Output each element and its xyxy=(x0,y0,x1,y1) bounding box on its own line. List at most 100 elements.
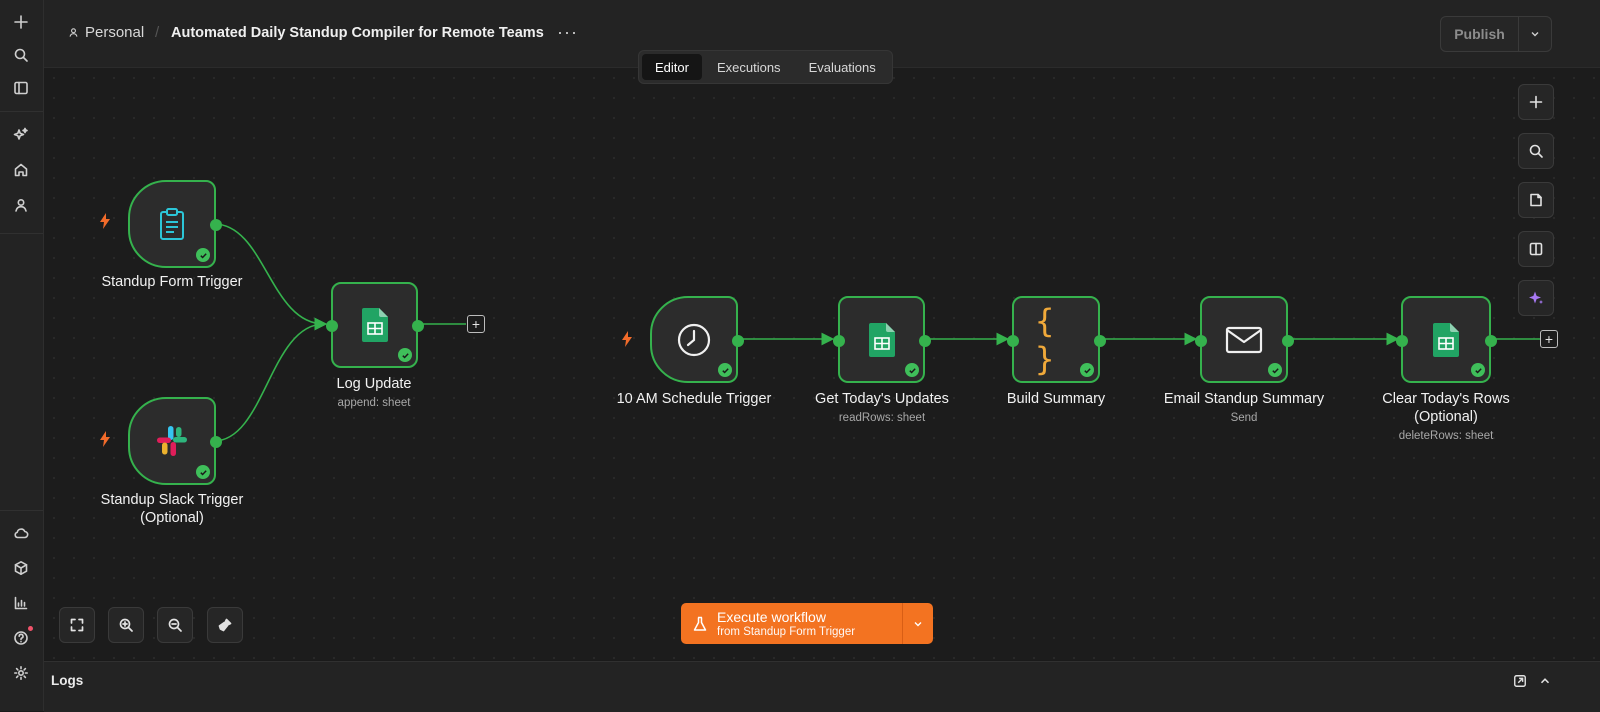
trigger-bolt-icon xyxy=(98,212,112,235)
workflow-title[interactable]: Automated Daily Standup Compiler for Rem… xyxy=(171,25,544,41)
node-label: Standup Form Trigger xyxy=(101,274,243,290)
output-handle[interactable] xyxy=(210,219,222,231)
zoom-in-button[interactable] xyxy=(108,607,144,643)
execute-workflow-dropdown[interactable] xyxy=(903,603,933,644)
trigger-bolt-icon xyxy=(98,430,112,453)
envelope-icon xyxy=(1225,326,1263,354)
input-handle[interactable] xyxy=(1007,335,1019,347)
success-check-icon xyxy=(398,348,412,362)
publish-dropdown-button[interactable] xyxy=(1519,17,1551,51)
slack-icon xyxy=(154,423,190,459)
tidy-up-icon xyxy=(218,618,232,632)
input-handle[interactable] xyxy=(833,335,845,347)
tab-editor[interactable]: Editor xyxy=(642,54,702,80)
breadcrumb-separator: / xyxy=(155,24,160,41)
output-handle[interactable] xyxy=(732,335,744,347)
input-handle[interactable] xyxy=(1195,335,1207,347)
add-node-button[interactable]: + xyxy=(467,315,485,333)
node-label-line: Standup Slack Trigger xyxy=(100,492,244,508)
zoom-out-icon xyxy=(168,618,182,632)
sidebar-icon[interactable] xyxy=(8,75,34,101)
code-braces-icon: { } xyxy=(1035,301,1057,378)
node-label-line: Clear Today's Rows xyxy=(1382,391,1510,407)
chevron-down-icon xyxy=(1531,32,1539,37)
help-icon[interactable] xyxy=(8,625,34,651)
zoom-out-button[interactable] xyxy=(157,607,193,643)
clock-icon xyxy=(676,322,712,358)
chart-icon[interactable] xyxy=(8,590,34,616)
add-node-button[interactable]: + xyxy=(1540,330,1558,348)
add-node-toolbar-button[interactable] xyxy=(1518,84,1554,120)
user-icon[interactable] xyxy=(8,192,34,218)
publish-button[interactable]: Publish xyxy=(1441,17,1519,51)
plus-icon xyxy=(1529,95,1543,109)
tidy-up-button[interactable] xyxy=(207,607,243,643)
success-check-icon xyxy=(1268,363,1282,377)
google-sheets-icon xyxy=(361,308,388,342)
left-sidebar xyxy=(0,0,44,711)
node-email-standup-summary[interactable] xyxy=(1195,296,1294,383)
input-handle[interactable] xyxy=(326,320,338,332)
node-label: Clear Today's Rows (Optional) xyxy=(1346,390,1546,426)
workflow-canvas[interactable] xyxy=(44,68,1600,660)
search-icon xyxy=(1529,144,1543,158)
output-handle[interactable] xyxy=(1094,335,1106,347)
ai-assistant-button[interactable] xyxy=(1518,280,1554,316)
node-label: 10 AM Schedule Trigger xyxy=(616,391,772,407)
node-subtitle: append: sheet xyxy=(337,397,411,409)
output-handle[interactable] xyxy=(210,436,222,448)
cloud-icon[interactable] xyxy=(8,520,34,546)
success-check-icon xyxy=(1080,363,1094,377)
search-icon[interactable] xyxy=(8,42,34,68)
node-subtitle: readRows: sheet xyxy=(838,412,926,424)
success-check-icon xyxy=(196,248,210,262)
more-menu-button[interactable]: ··· xyxy=(557,22,578,43)
breadcrumb-owner[interactable]: Personal xyxy=(68,24,144,41)
settings-icon[interactable] xyxy=(8,660,34,686)
node-label-line: (Optional) xyxy=(140,510,204,526)
flask-icon xyxy=(693,616,707,631)
toggle-panel-button[interactable] xyxy=(1518,231,1554,267)
panel-icon xyxy=(1529,242,1543,256)
breadcrumb-owner-label: Personal xyxy=(85,24,145,41)
ai-sparkle-icon xyxy=(1529,291,1543,304)
execute-workflow-subtitle: from Standup Form Trigger xyxy=(717,625,856,638)
node-schedule-trigger[interactable] xyxy=(650,296,744,383)
sticky-note-icon xyxy=(1530,193,1542,207)
notification-badge xyxy=(28,626,33,631)
input-handle[interactable] xyxy=(1396,335,1408,347)
output-handle[interactable] xyxy=(412,320,424,332)
fit-view-icon xyxy=(70,618,84,632)
logs-panel-bar[interactable]: Logs xyxy=(44,661,1600,712)
package-icon[interactable] xyxy=(8,555,34,581)
sparkles-icon[interactable] xyxy=(8,122,34,148)
node-label: Standup Slack Trigger (Optional) xyxy=(72,491,272,527)
google-sheets-icon xyxy=(868,322,895,357)
popout-icon[interactable] xyxy=(1513,674,1527,688)
node-build-summary[interactable]: { } xyxy=(1007,296,1106,383)
search-nodes-button[interactable] xyxy=(1518,133,1554,169)
node-label: Get Today's Updates xyxy=(815,391,949,407)
node-label: Build Summary xyxy=(1006,391,1106,407)
node-log-update[interactable] xyxy=(326,282,424,368)
node-standup-slack-trigger[interactable] xyxy=(128,397,222,485)
output-handle[interactable] xyxy=(1282,335,1294,347)
node-get-todays-updates[interactable] xyxy=(833,296,931,383)
chevron-up-icon[interactable] xyxy=(1538,674,1552,688)
clipboard-icon xyxy=(156,207,188,241)
logs-label: Logs xyxy=(51,673,84,688)
sticky-note-button[interactable] xyxy=(1518,182,1554,218)
tab-evaluations[interactable]: Evaluations xyxy=(796,54,889,80)
output-handle[interactable] xyxy=(1485,335,1497,347)
node-standup-form-trigger[interactable] xyxy=(128,180,222,268)
home-icon[interactable] xyxy=(8,157,34,183)
output-handle[interactable] xyxy=(919,335,931,347)
execute-workflow-button[interactable]: Execute workflow from Standup Form Trigg… xyxy=(681,603,903,644)
chevron-down-icon xyxy=(914,621,922,626)
plus-icon[interactable] xyxy=(8,9,34,35)
node-clear-todays-rows[interactable] xyxy=(1396,296,1497,383)
publish-button-group: Publish xyxy=(1440,16,1552,52)
fit-view-button[interactable] xyxy=(59,607,95,643)
node-label-line: (Optional) xyxy=(1414,409,1478,425)
tab-executions[interactable]: Executions xyxy=(704,54,794,80)
